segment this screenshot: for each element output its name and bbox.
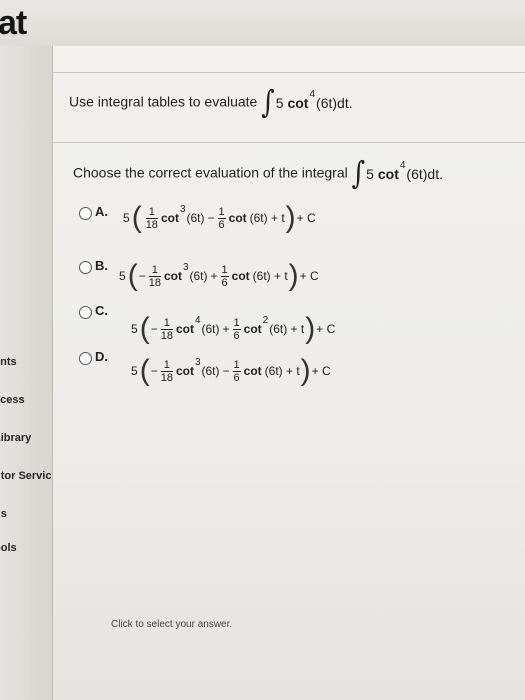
- function: cot: [175, 364, 194, 378]
- radio-button[interactable]: [79, 207, 92, 220]
- sidebar-item-ents[interactable]: ents: [0, 356, 17, 368]
- function: cot: [243, 322, 262, 336]
- integrand-exponent: 4: [309, 88, 316, 100]
- constant: + C: [311, 364, 331, 378]
- fraction: 16: [217, 205, 226, 231]
- function: cot: [163, 269, 182, 283]
- coefficient: 5: [131, 364, 138, 378]
- sidebar-item-tools[interactable]: ools: [0, 542, 17, 554]
- select-answer-hint: Click to select your answer.: [111, 619, 233, 630]
- integrand-function: cot: [377, 166, 399, 182]
- radio-button[interactable]: [79, 352, 92, 365]
- sidebar-item-ns[interactable]: ns: [0, 508, 7, 520]
- question-prompt: Use integral tables to evaluate ∫ 5 cot 4…: [69, 85, 353, 121]
- divider: [53, 72, 525, 73]
- question-prompt-text: Use integral tables to evaluate: [69, 93, 258, 110]
- integrand-exponent: 4: [399, 159, 406, 171]
- radio-button[interactable]: [79, 306, 92, 319]
- fraction: 1 18: [145, 205, 158, 231]
- constant: + C: [296, 211, 316, 225]
- operator: −: [207, 211, 215, 225]
- constant: + C: [316, 322, 336, 336]
- integral-sign: ∫: [261, 85, 275, 121]
- top-bar: at: [0, 0, 525, 46]
- fraction: 1 18: [160, 316, 173, 342]
- fraction: 1 18: [148, 263, 161, 289]
- function: cot: [175, 322, 194, 336]
- function: cot: [160, 211, 179, 225]
- choice-letter: A.: [95, 204, 108, 219]
- integrand-function: cot: [287, 95, 309, 111]
- sidebar: ents ccess Library utor Services ns ools: [0, 46, 52, 700]
- sidebar-item-access[interactable]: ccess: [0, 394, 25, 406]
- coefficient: 5: [131, 322, 138, 336]
- function: cot: [228, 211, 247, 225]
- operator: +: [210, 269, 218, 283]
- integrand-coefficient: 5: [366, 166, 374, 182]
- coefficient: 5: [123, 211, 130, 225]
- choice-letter: C.: [95, 303, 108, 318]
- fraction: 16: [232, 316, 241, 342]
- choice-expression: 5 ( − 1 18 cot 3 (6t) − 16 cot (6t) + t ) + …: [131, 354, 331, 387]
- choice-expression: 5 ( 1 18 cot 3 (6t) − 16 cot (6t) + t ) + C: [123, 201, 316, 234]
- fraction: 1 18: [160, 358, 173, 384]
- fraction: 16: [232, 358, 241, 384]
- choice-letter: B.: [95, 258, 108, 273]
- sidebar-item-library[interactable]: Library: [0, 432, 31, 444]
- instruction-text: Choose the correct evaluation of the int…: [73, 164, 348, 181]
- operator: −: [222, 364, 230, 378]
- instruction: Choose the correct evaluation of the int…: [73, 156, 443, 192]
- coefficient: 5: [119, 269, 126, 283]
- integrand-coefficient: 5: [275, 95, 284, 111]
- choice-expression: 5 ( − 1 18 cot 3 (6t) + 16 cot (6t) + t ) + …: [119, 259, 319, 292]
- sidebar-item-tutor-services[interactable]: utor Services: [0, 470, 52, 482]
- radio-button[interactable]: [79, 261, 92, 274]
- question-panel: Use integral tables to evaluate ∫ 5 cot 4…: [52, 46, 525, 700]
- choice-letter: D.: [95, 349, 108, 364]
- integral-sign: ∫: [351, 156, 366, 192]
- choice-expression: 5 ( − 1 18 cot 4 (6t) + 16 cot 2 (6t) + t ) +…: [131, 312, 336, 345]
- page-title-fragment: at: [0, 4, 27, 42]
- divider: [53, 142, 525, 143]
- operator: +: [222, 322, 230, 336]
- integrand-argument: (6t)dt.: [316, 95, 353, 111]
- function: cot: [231, 269, 250, 283]
- fraction: 16: [220, 263, 229, 289]
- integrand-argument: (6t)dt.: [406, 166, 443, 182]
- constant: + C: [299, 269, 319, 283]
- function: cot: [243, 364, 262, 378]
